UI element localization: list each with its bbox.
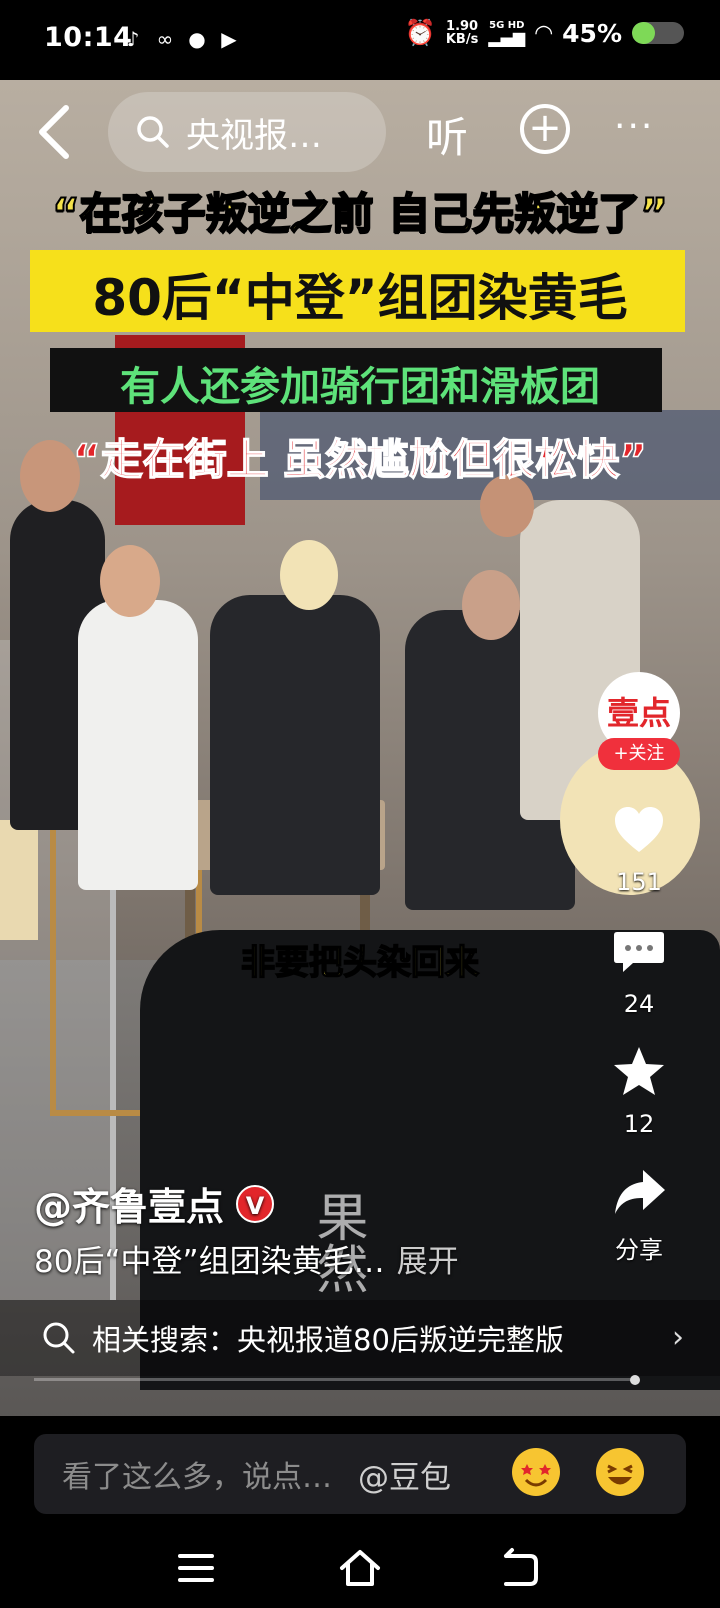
listen-button[interactable]: 听 [426, 104, 468, 165]
laughing-emoji-icon[interactable] [596, 1448, 644, 1496]
battery-percent: 45% [562, 18, 622, 48]
video-progress-bar[interactable] [34, 1378, 634, 1381]
favorite-button[interactable]: 12 [598, 1044, 680, 1138]
status-right: ⏰ 1.90 KB/s 5G HD ▂▄▆ ◠ 45% [405, 18, 684, 48]
related-search-bar[interactable]: 相关搜索：央视报道80后叛逆完整版 › [0, 1300, 720, 1376]
related-search-text: 相关搜索：央视报道80后叛逆完整版 [92, 1323, 564, 1357]
menu-icon [178, 1554, 214, 1582]
person-cape-center [210, 595, 380, 895]
caption-line2: 80后“中登”组团染黄毛 [92, 269, 628, 327]
back-arrow-icon [39, 105, 69, 159]
net-speed: 1.90 KB/s [446, 20, 478, 46]
link-app-icon: ∞ [156, 27, 174, 51]
mention-doubao[interactable]: @豆包 [358, 1452, 451, 1497]
search-icon [43, 1322, 75, 1354]
menu-button[interactable] [172, 1544, 220, 1592]
star-eyes-emoji-icon[interactable] [512, 1448, 560, 1496]
caption-line1: “在孩子叛逆之前 自己先叛逆了” [51, 188, 669, 239]
system-nav-bar [0, 1530, 720, 1608]
search-bar[interactable]: 央视报… [108, 92, 386, 172]
person-head [462, 570, 520, 640]
person-head-blond [280, 540, 338, 610]
comment-placeholder: 看了这么多，说点… [62, 1460, 332, 1495]
author-name: @齐鲁壹点 [34, 1185, 225, 1229]
follow-button[interactable]: +关注 [598, 738, 680, 770]
message-app-icon: ▶ [221, 27, 237, 51]
back-button[interactable] [34, 104, 74, 160]
plus-icon: + [528, 105, 562, 151]
add-button[interactable]: + [520, 104, 570, 154]
tiktok-icon: ♪ [126, 27, 140, 51]
expand-link[interactable]: 展开 [397, 1244, 459, 1280]
more-dots-icon: ··· [614, 106, 655, 147]
chevron-right-icon: › [672, 1320, 684, 1355]
comment-input[interactable]: 看了这么多，说点… @豆包 [34, 1434, 686, 1514]
caption-line4: “走在街上 虽然尴尬但很松快” [72, 434, 647, 485]
search-text: 央视报… [186, 115, 322, 156]
notification-icons: ♪ ∞ ● ▶ [122, 28, 240, 50]
more-button[interactable]: ··· [614, 106, 654, 147]
progress-knob[interactable] [630, 1375, 640, 1385]
status-bar: 10:14 ♪ ∞ ● ▶ ⏰ 1.90 KB/s 5G HD ▂▄▆ ◠ 45… [0, 0, 720, 80]
star-icon [614, 1047, 664, 1095]
alarm-icon: ⏰ [404, 18, 436, 47]
chat-app-icon: ● [188, 27, 206, 51]
like-button[interactable]: 151 [598, 802, 680, 896]
person-head [100, 545, 160, 617]
favorite-count: 12 [623, 1110, 655, 1138]
home-button[interactable] [336, 1544, 384, 1592]
video-description[interactable]: 80后“中登”组团染黄毛… 展开 [34, 1236, 459, 1281]
share-arrow-icon [615, 1170, 665, 1214]
share-button[interactable]: 分享 [598, 1164, 680, 1265]
wifi-icon: ◠ [535, 20, 553, 46]
home-icon [340, 1550, 380, 1586]
battery-fill [632, 22, 656, 44]
description-text: 80后“中登”组团染黄毛… [34, 1244, 385, 1280]
comment-button[interactable]: 24 [598, 924, 680, 1018]
like-count: 151 [616, 868, 662, 896]
search-icon [137, 116, 169, 148]
author-name-row[interactable]: @齐鲁壹点 V [34, 1176, 275, 1231]
battery-icon [632, 22, 684, 44]
signal-icon: 5G HD ▂▄▆ [488, 20, 526, 47]
comment-count: 24 [623, 990, 655, 1018]
person-white-shirt [78, 600, 198, 890]
sign-board [0, 820, 38, 940]
verified-badge-icon: V [236, 1184, 275, 1223]
comment-icon [614, 932, 664, 972]
caption-line3: 有人还参加骑行团和滑板团 [120, 364, 600, 410]
back-nav-button[interactable] [496, 1544, 544, 1592]
share-label: 分享 [615, 1236, 663, 1264]
net-speed-unit: KB/s [445, 32, 479, 47]
status-time: 10:14 [44, 22, 133, 53]
return-icon [504, 1548, 538, 1586]
heart-icon [615, 807, 663, 852]
